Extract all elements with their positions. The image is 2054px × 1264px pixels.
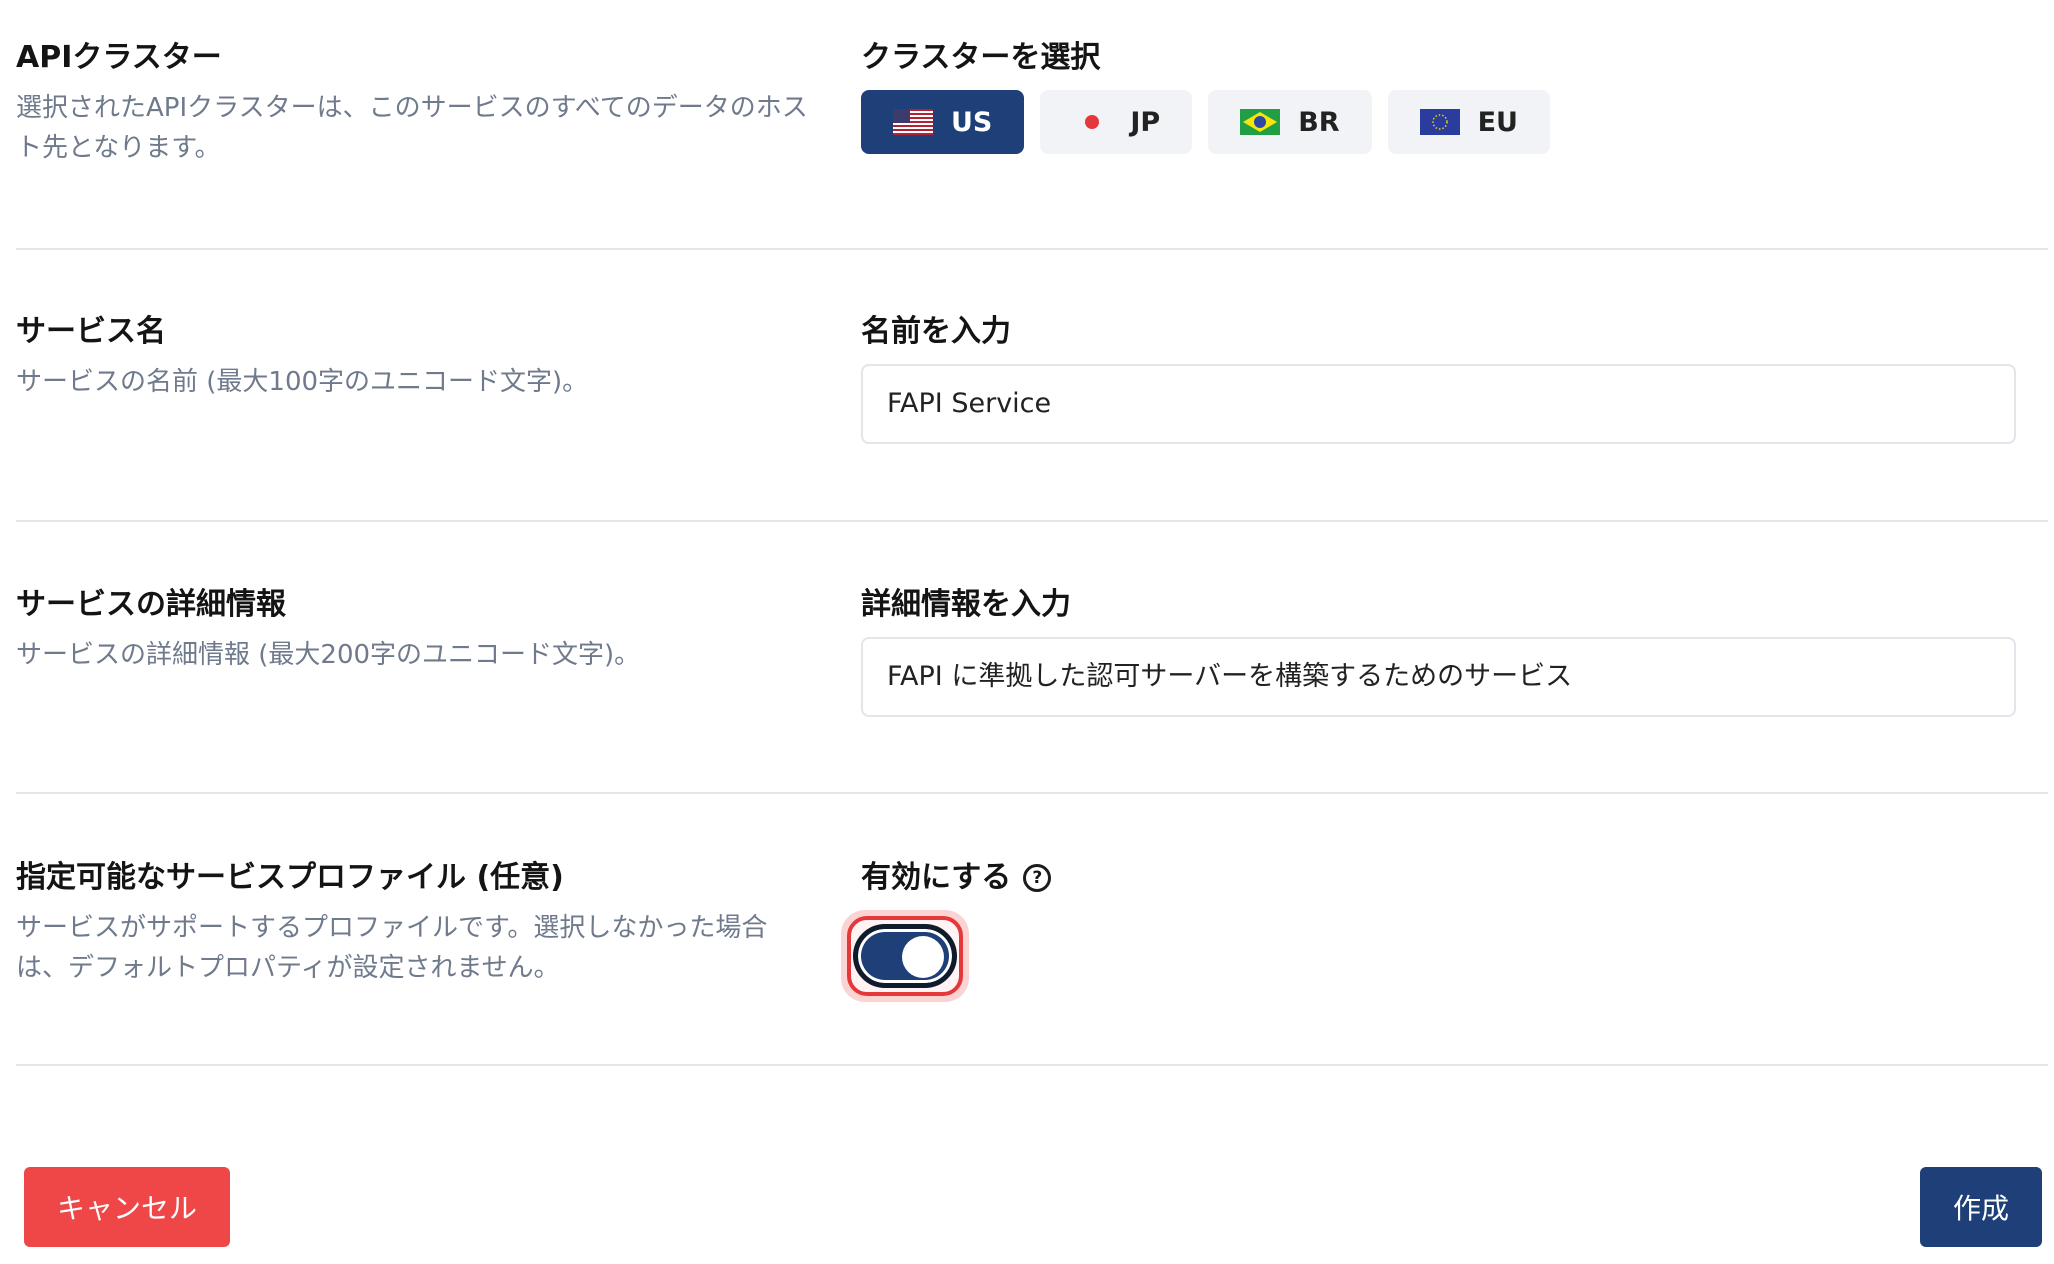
toggle-outline (847, 916, 963, 996)
enable-toggle[interactable] (853, 924, 957, 988)
divider (16, 1064, 2048, 1066)
cluster-option-eu[interactable]: EU (1387, 90, 1550, 154)
profile-toggle-heading: 有効にする ? (861, 858, 2031, 898)
help-icon[interactable]: ? (1023, 864, 1052, 892)
details-description: サービスの詳細情報 (最大200字のユニコード文字)。 (16, 640, 641, 670)
name-input-label: 名前を入力 (861, 314, 1011, 349)
cluster-option-label: US (951, 106, 993, 138)
cluster-description: 選択されたAPIクラスターは、このサービスのすべてのデータのホスト先となります。 (16, 93, 808, 163)
cluster-option-jp[interactable]: JP (1040, 90, 1193, 154)
eu-flag-icon (1419, 109, 1460, 135)
divider (16, 792, 2048, 794)
jp-flag-icon (1072, 109, 1113, 135)
service-details-input[interactable]: FAPI に準拠した認可サーバーを構築するためのサービス (861, 637, 2016, 717)
name-description: サービスの名前 (最大100字のユニコード文字)。 (16, 367, 589, 397)
enable-label: 有効にする (861, 860, 1012, 895)
toggle-focus-ring (841, 910, 969, 1002)
toggle-knob (902, 936, 944, 978)
cluster-option-label: BR (1298, 106, 1340, 138)
divider (16, 520, 2048, 522)
cluster-option-br[interactable]: BR (1208, 90, 1372, 154)
service-name-input[interactable]: FAPI Service (861, 364, 2016, 444)
divider (16, 248, 2048, 250)
cluster-options: US JP BR EU (861, 90, 2031, 154)
cluster-option-label: EU (1477, 106, 1518, 138)
cluster-option-label: JP (1130, 106, 1161, 138)
details-input-label: 詳細情報を入力 (861, 587, 1071, 622)
us-flag-icon (893, 109, 933, 135)
cluster-option-us[interactable]: US (861, 90, 1025, 154)
cluster-title: APIクラスター (16, 40, 222, 75)
cancel-button[interactable]: キャンセル (24, 1167, 230, 1247)
cluster-select-label: クラスターを選択 (861, 40, 1101, 75)
name-title: サービス名 (16, 314, 166, 349)
create-service-form: APIクラスター 選択されたAPIクラスターは、このサービスのすべてのデータのホ… (0, 0, 2054, 1264)
details-title: サービスの詳細情報 (16, 587, 286, 622)
profile-title: 指定可能なサービスプロファイル (任意) (16, 860, 564, 895)
create-button[interactable]: 作成 (1920, 1167, 2042, 1247)
profile-description: サービスがサポートするプロファイルです。選択しなかった場合は、デフォルトプロパテ… (16, 913, 768, 983)
br-flag-icon (1240, 109, 1281, 135)
